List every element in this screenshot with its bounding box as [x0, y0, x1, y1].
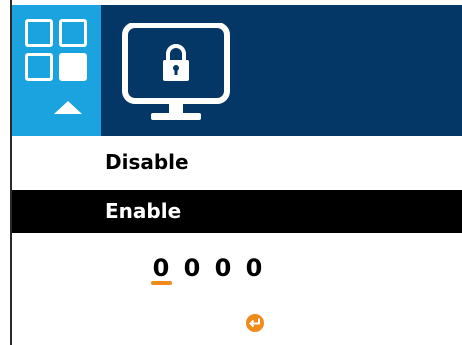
- menu-tile[interactable]: [12, 5, 101, 136]
- option-disable-label: Disable: [105, 150, 189, 174]
- pin-digit-3[interactable]: 0: [212, 248, 234, 288]
- enter-icon[interactable]: [245, 313, 265, 333]
- option-disable[interactable]: Disable: [12, 141, 462, 184]
- pin-digit-4[interactable]: 0: [243, 248, 265, 288]
- option-enable-label: Enable: [105, 199, 182, 223]
- up-arrow-icon[interactable]: [54, 101, 82, 114]
- pin-cursor: [151, 281, 172, 285]
- option-enable[interactable]: Enable: [12, 190, 462, 233]
- pin-digit-2[interactable]: 0: [181, 248, 203, 288]
- osd-screen: Disable Enable 0 0 0 0: [0, 0, 462, 345]
- monitor-lock-icon: [122, 23, 230, 120]
